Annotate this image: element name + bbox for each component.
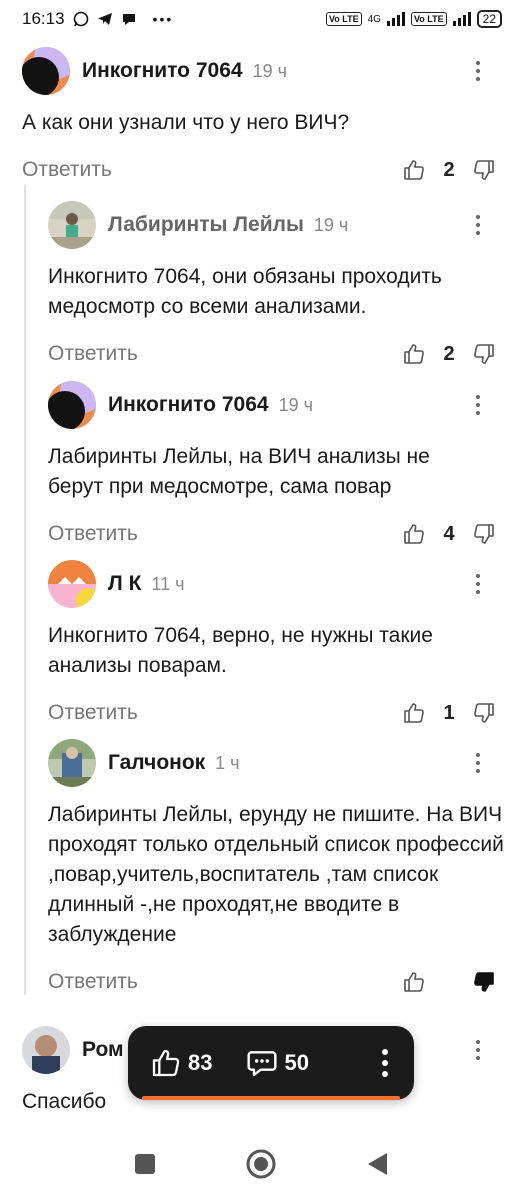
avatar[interactable] — [48, 381, 96, 429]
like-icon[interactable] — [402, 158, 426, 182]
volte-icon-2: Vo LTE — [410, 12, 447, 26]
status-bar: 16:13 ••• Vo LTE 4G Vo LTE 22 — [0, 0, 524, 38]
clock: 16:13 — [22, 9, 65, 28]
author-name[interactable]: Ром — [82, 1038, 124, 1062]
dislike-icon[interactable] — [472, 701, 496, 725]
avatar[interactable] — [48, 201, 96, 249]
comment-time: 19 ч — [313, 214, 349, 235]
more-options-icon[interactable] — [378, 1049, 392, 1077]
comment-text: Инкогнито 7064, они обязаны проходить ме… — [48, 265, 442, 318]
system-nav-bar — [0, 1128, 524, 1200]
home-icon[interactable] — [245, 1148, 277, 1180]
more-options-icon[interactable] — [468, 210, 488, 240]
like-icon[interactable] — [402, 701, 426, 725]
dislike-filled-icon[interactable] — [472, 970, 496, 994]
more-options-icon[interactable] — [468, 748, 488, 778]
comment-text: Лабиринты Лейлы, ерунду не пишите. На ВИ… — [48, 803, 504, 946]
author-name[interactable]: Инкогнито 7064 — [82, 59, 243, 83]
battery-icon: 22 — [476, 10, 502, 28]
comments-count: 50 — [284, 1050, 309, 1075]
comments-button[interactable]: 50 — [246, 1047, 309, 1079]
network-type: 4G — [367, 13, 381, 25]
comment-time: 19 ч — [252, 60, 287, 81]
like-icon[interactable] — [402, 342, 426, 366]
like-count: 1 — [443, 701, 455, 724]
avatar[interactable] — [22, 47, 70, 95]
author-name[interactable]: Лабиринты Лейлы — [108, 213, 304, 237]
reply-button[interactable]: Ответить — [48, 970, 138, 994]
back-icon[interactable] — [365, 1151, 391, 1177]
article-like-button[interactable]: 83 — [150, 1047, 212, 1079]
comment-time: 19 ч — [278, 394, 313, 415]
dislike-icon[interactable] — [472, 522, 496, 546]
comment-text: Инкогнито 7064, верно, не нужны такие ан… — [48, 624, 433, 677]
comment-time: 1 ч — [215, 752, 240, 773]
signal-icon-2 — [452, 12, 471, 26]
comment-reply: Инкогнито 7064 19 ч Лабиринты Лейлы, на … — [0, 380, 524, 552]
whatsapp-icon — [73, 11, 88, 27]
article-like-count: 83 — [188, 1050, 213, 1075]
telegram-icon — [97, 13, 112, 25]
like-count: 2 — [443, 158, 455, 181]
comment-reply: Галчонок 1 ч Лабиринты Лейлы, ерунду не … — [0, 738, 524, 1000]
comment-text: А как они узнали что у него ВИЧ? — [22, 111, 350, 134]
author-name[interactable]: Инкогнито 7064 — [108, 393, 269, 417]
comment: Инкогнито 7064 19 ч А как они узнали что… — [0, 46, 524, 188]
accent-underline — [142, 1096, 400, 1100]
signal-icon — [386, 12, 405, 26]
like-icon — [152, 1049, 180, 1077]
volte-icon: Vo LTE — [325, 12, 362, 26]
reply-button[interactable]: Ответить — [48, 522, 138, 546]
like-icon[interactable] — [402, 970, 426, 994]
more-options-icon[interactable] — [468, 569, 488, 599]
comment-icon — [247, 1051, 278, 1077]
dislike-icon[interactable] — [472, 342, 496, 366]
more-options-icon[interactable] — [468, 56, 488, 86]
chat-bubble-icon — [122, 14, 135, 25]
avatar[interactable] — [48, 739, 96, 787]
like-count: 4 — [443, 522, 455, 545]
floating-actions-bar: 83 50 — [128, 1026, 414, 1100]
author-name[interactable]: Галчонок — [108, 751, 205, 775]
more-options-icon[interactable] — [468, 390, 488, 420]
comment-reply: Лабиринты Лейлы 19 ч Инкогнито 7064, они… — [0, 200, 524, 372]
dislike-icon[interactable] — [472, 158, 496, 182]
comment-time: 11 ч — [151, 573, 185, 594]
more-options-icon[interactable] — [468, 1035, 488, 1065]
comment-reply: Л К 11 ч Инкогнито 7064, верно, не нужны… — [0, 559, 524, 731]
avatar[interactable] — [48, 560, 96, 608]
reply-button[interactable]: Ответить — [48, 342, 138, 366]
reply-button[interactable]: Ответить — [22, 158, 112, 182]
like-icon[interactable] — [402, 522, 426, 546]
author-name[interactable]: Л К — [108, 572, 141, 596]
comment-text: Лабиринты Лейлы, на ВИЧ анализы не берут… — [48, 445, 430, 498]
more-notifications-icon: ••• — [152, 11, 174, 27]
like-count: 2 — [443, 342, 455, 365]
reply-button[interactable]: Ответить — [48, 701, 138, 725]
avatar[interactable] — [22, 1026, 70, 1074]
recent-apps-icon[interactable] — [133, 1152, 157, 1176]
